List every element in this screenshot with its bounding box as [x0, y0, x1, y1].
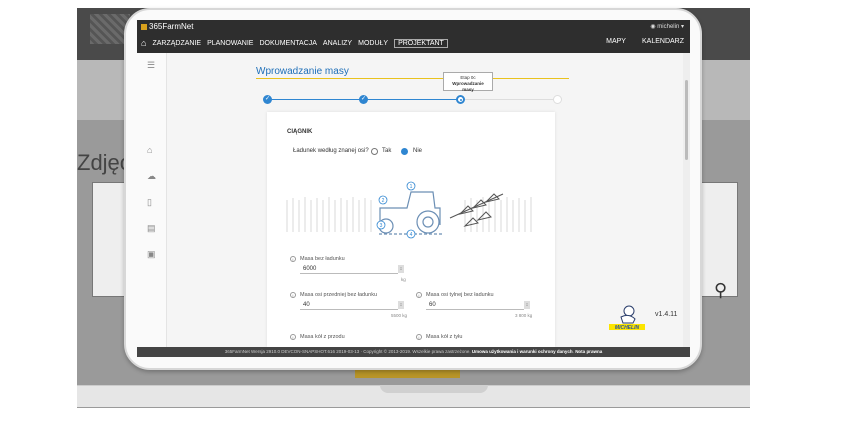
info-icon[interactable]: i: [290, 334, 296, 340]
field-label: Masa osi przedniej bez ładunku: [300, 292, 378, 298]
version-label: v1.4.11: [655, 311, 678, 318]
page-title: Wprowadzanie masy: [256, 66, 349, 77]
step-3-current[interactable]: [456, 95, 465, 104]
title-underline: [256, 78, 569, 79]
brand-name: 365FarmNet: [149, 22, 194, 31]
stepper-line-todo: [460, 99, 557, 100]
tooltip-line-3: masy: [462, 87, 474, 92]
tractor-diagram: 1 2 3 4: [286, 181, 532, 239]
laptop-notch: [380, 385, 488, 393]
tractor-shape: [378, 191, 443, 235]
field-unit: 3 800 kg: [515, 313, 533, 318]
user-name: michelin: [657, 24, 680, 30]
field-unit: 5500 kg: [391, 313, 408, 318]
rear-axle-input[interactable]: 60: [426, 300, 524, 310]
radio-tak-label: Tak: [382, 148, 392, 154]
nav-item-projektant[interactable]: PROJEKTANT: [394, 38, 448, 48]
front-axle-input[interactable]: 40: [300, 300, 398, 310]
radio-nie-label: Nie: [413, 148, 423, 154]
question-label: Ładunek według znanej osi?: [293, 148, 369, 154]
nav-item-analizy[interactable]: ANALIZY: [323, 40, 352, 47]
cloud-icon[interactable]: ☁: [147, 171, 156, 182]
sidebar: ☰ ⌂ ☁ ▯ ▤ ▣: [137, 53, 167, 347]
stepper-icon[interactable]: ↕: [524, 301, 530, 309]
section-title: CIĄGNIK: [287, 129, 313, 135]
stepper-icon[interactable]: ↕: [398, 265, 404, 273]
marker-3-label: 3: [380, 223, 383, 229]
marker-4-label: 4: [410, 232, 413, 238]
home-icon[interactable]: ⌂: [141, 38, 146, 48]
field-label: Masa osi tylnej bez ładunku: [426, 292, 494, 298]
magnifier-icon: ⚲: [714, 280, 728, 300]
brand-logo[interactable]: 365FarmNet: [141, 22, 193, 31]
step-4[interactable]: [553, 95, 562, 104]
marker-1-label: 1: [410, 184, 413, 190]
nav-item-zarzadzanie[interactable]: ZARZĄDZANIE: [152, 40, 201, 47]
footer-link-terms[interactable]: Umowa użytkowania i warunki ochrony dany…: [472, 349, 573, 354]
nav-item-mapy[interactable]: MAPY: [606, 38, 626, 45]
app-screen: 365FarmNet ◉ michelin ▾ ⌂ ZARZĄDZANIE PL…: [137, 20, 690, 357]
nav-item-kalendarz[interactable]: KALENDARZ: [642, 38, 684, 45]
field-label: Masa kół z tyłu: [426, 334, 463, 340]
step-tooltip: Etap 0c Wprowadzanie masy: [443, 72, 493, 92]
radio-tak[interactable]: [371, 148, 378, 155]
marker-2-label: 2: [382, 198, 385, 204]
info-icon[interactable]: i: [416, 292, 422, 298]
user-menu[interactable]: ◉ michelin ▾: [650, 23, 684, 30]
nav-item-dokumentacja[interactable]: DOKUMENTACJA: [259, 40, 316, 47]
home-outline-icon[interactable]: ⌂: [147, 145, 152, 155]
scrollbar-thumb[interactable]: [685, 80, 688, 160]
field-unit: kg: [401, 277, 406, 282]
stepper-icon[interactable]: ↕: [398, 301, 404, 309]
brand-square-icon: [141, 23, 147, 30]
background-screenshot-left: [92, 182, 126, 297]
michelin-wordmark: MICHELIN: [615, 325, 640, 331]
step-2[interactable]: ✓: [359, 95, 368, 104]
nav-item-planowanie[interactable]: PLANOWANIE: [207, 40, 253, 47]
document-icon[interactable]: ▤: [147, 223, 156, 234]
field-label: Masa kół z przodu: [300, 334, 345, 340]
device-icon[interactable]: ▯: [147, 197, 152, 208]
info-icon[interactable]: i: [290, 292, 296, 298]
field-label: Masa bez ładunku: [300, 256, 345, 262]
footer-link-legal[interactable]: Nota prawna: [575, 349, 602, 354]
radio-nie[interactable]: [401, 148, 408, 155]
menu-icon[interactable]: ☰: [147, 60, 155, 71]
trash-icon[interactable]: ▣: [147, 249, 156, 260]
footer-text: 365FarmNet Wersja 2910.0 DEVCON-SNAPSHOT…: [224, 349, 471, 354]
michelin-logo: MICHELIN: [609, 305, 645, 331]
main-nav: ⌂ ZARZĄDZANIE PLANOWANIE DOKUMENTACJA AN…: [141, 38, 448, 48]
nav-right: MAPY KALENDARZ: [606, 38, 684, 45]
info-icon[interactable]: i: [290, 256, 296, 262]
top-bar: 365FarmNet ◉ michelin ▾ ⌂ ZARZĄDZANIE PL…: [137, 20, 690, 53]
info-icon[interactable]: i: [416, 334, 422, 340]
mass-input[interactable]: 6000: [300, 264, 398, 274]
nav-item-moduly[interactable]: MODUŁY: [358, 40, 388, 47]
step-1[interactable]: ✓: [263, 95, 272, 104]
footer: 365FarmNet Wersja 2910.0 DEVCON-SNAPSHOT…: [137, 347, 690, 357]
